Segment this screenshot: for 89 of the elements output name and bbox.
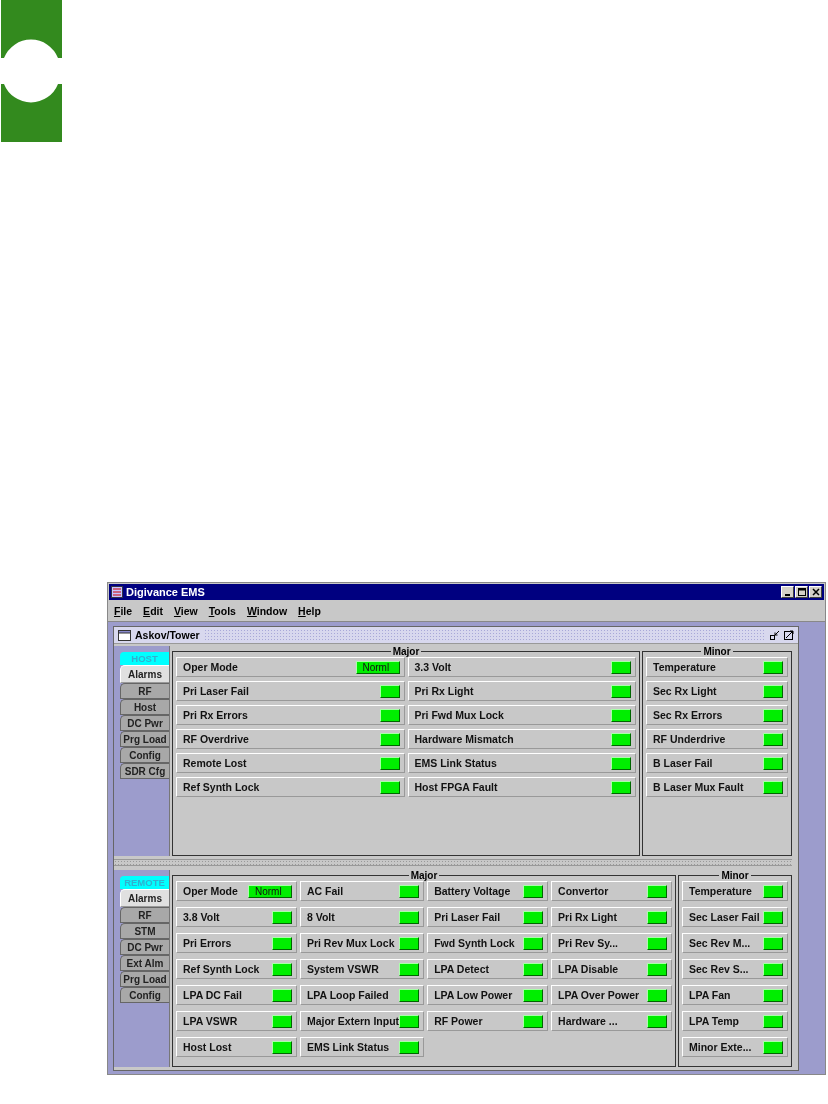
alarm-label: Pri Laser Fail	[183, 685, 249, 697]
alarm-label: LPA DC Fail	[183, 989, 242, 1001]
alarm-label: Pri Rev Mux Lock	[306, 937, 395, 949]
alarm-label: LPA Temp	[689, 1015, 739, 1027]
alarm-label: 3.3 Volt	[414, 661, 452, 673]
alarm-label: Pri Fwd Mux Lock	[414, 709, 504, 721]
alarm-label: Sec Rev S...	[689, 963, 749, 975]
group-title: Major	[391, 646, 421, 657]
menu-item[interactable]: Window	[246, 605, 288, 617]
alarm-label: Temperature	[689, 885, 752, 897]
minimize-button[interactable]	[781, 586, 794, 598]
tab[interactable]: RF	[120, 907, 169, 923]
close-icon	[811, 588, 820, 596]
alarm-label: LPA Loop Failed	[306, 989, 389, 1001]
alarm-label: Fwd Synth Lock	[434, 937, 515, 949]
alarm-label: Minor Exte...	[689, 1041, 752, 1053]
tab[interactable]: Host	[120, 699, 169, 715]
alarm-label: System VSWR	[306, 963, 379, 975]
alarm-label: AC Fail	[306, 885, 344, 897]
maximize-icon[interactable]	[784, 630, 794, 640]
alarm-label: RF Overdrive	[183, 733, 249, 745]
alarm-label: LPA Detect	[434, 963, 489, 975]
alarm-label: RF Power	[434, 1015, 483, 1027]
close-button[interactable]	[809, 586, 822, 598]
alarm-label: Pri Rx Errors	[183, 709, 248, 721]
alarm-label: Ref Synth Lock	[183, 781, 260, 793]
tab[interactable]: RF	[120, 683, 169, 699]
alarm-label: LPA Disable	[558, 963, 619, 975]
alarm-label: Sec Rev M...	[689, 937, 751, 949]
alarm-label: Battery Voltage	[434, 885, 511, 897]
alarm-label: EMS Link Status	[306, 1041, 390, 1053]
alarm-label: RF Underdrive	[653, 733, 726, 745]
alarm-label: Remote Lost	[183, 757, 247, 769]
maximize-icon	[797, 588, 806, 596]
alarm-label: Sec Rx Light	[653, 685, 717, 697]
tab[interactable]: Alarms	[120, 665, 169, 683]
alarm-label: B Laser Mux Fault	[653, 781, 744, 793]
alarm-label: 3.8 Volt	[183, 911, 220, 923]
tab[interactable]: DC Pwr	[120, 939, 169, 955]
alarm-label: EMS Link Status	[414, 757, 497, 769]
alarm-label: Pri Errors	[183, 937, 232, 949]
alarm-label: Major Extern Input	[306, 1015, 400, 1027]
menu-item[interactable]: Edit	[143, 605, 163, 617]
alarm-label: Pri Rx Light	[414, 685, 474, 697]
tab[interactable]: Prg Load	[120, 731, 169, 747]
group-title: Minor	[720, 870, 750, 881]
alarm-label: Sec Rx Errors	[653, 709, 723, 721]
tab[interactable]: Prg Load	[120, 971, 169, 987]
alarm-label: Pri Laser Fail	[434, 911, 501, 923]
menu-item[interactable]: Help	[298, 605, 321, 617]
tab[interactable]: Ext Alm	[120, 955, 169, 971]
group-title: Minor	[702, 646, 732, 657]
tab[interactable]: STM	[120, 923, 169, 939]
status-indicator: Norml	[355, 660, 400, 674]
window-icon	[118, 629, 131, 641]
tab[interactable]: Config	[120, 987, 169, 1003]
tab[interactable]: DC Pwr	[120, 715, 169, 731]
alarm-label: Temperature	[653, 661, 716, 673]
tab[interactable]: SDR Cfg	[120, 763, 169, 779]
alarm-label: Hardware Mismatch	[414, 733, 514, 745]
group-title: Major	[409, 870, 439, 881]
alarm-label: Host Lost	[183, 1041, 232, 1053]
tab[interactable]: Alarms	[120, 889, 169, 907]
menu-item[interactable]: File	[114, 605, 133, 617]
alarm-label: Hardware ...	[558, 1015, 618, 1027]
alarm-label: Convertor	[558, 885, 609, 897]
alarm-label: Pri Rx Light	[558, 911, 617, 923]
alarm-label: LPA Fan	[689, 989, 731, 1001]
alarm-label: LPA Over Power	[558, 989, 640, 1001]
menu-item[interactable]: Tools	[208, 605, 236, 617]
iconify-icon[interactable]	[770, 630, 780, 640]
maximize-button[interactable]	[795, 586, 808, 598]
window-title: Digivance EMS	[126, 586, 205, 598]
logo-icon	[0, 0, 62, 142]
alarm-label: Sec Laser Fail	[689, 911, 760, 923]
tab[interactable]: Config	[120, 747, 169, 763]
alarm-label: Oper Mode	[183, 885, 238, 897]
alarm-label: Pri Rev Sy...	[558, 937, 618, 949]
app-icon	[111, 586, 123, 598]
alarm-label: Host FPGA Fault	[414, 781, 498, 793]
alarm-label: Ref Synth Lock	[183, 963, 260, 975]
menu-item[interactable]: View	[173, 605, 198, 617]
status-indicator: Norml	[247, 884, 292, 898]
alarm-label: Oper Mode	[183, 661, 238, 673]
alarm-label: LPA Low Power	[434, 989, 513, 1001]
frame-title: Askov/Tower	[135, 629, 200, 641]
alarm-label: LPA VSWR	[183, 1015, 238, 1027]
alarm-label: 8 Volt	[306, 911, 335, 923]
alarm-label: B Laser Fail	[653, 757, 713, 769]
